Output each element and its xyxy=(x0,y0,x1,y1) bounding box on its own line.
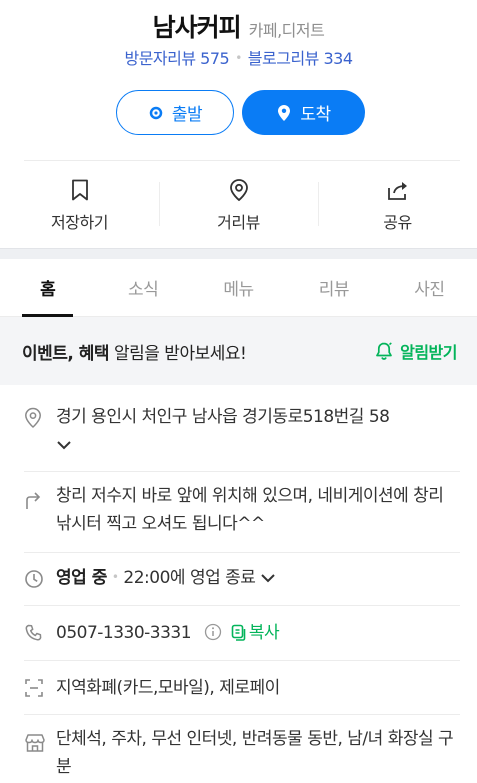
store-icon xyxy=(24,733,45,752)
street-view-button[interactable]: 거리뷰 xyxy=(159,162,318,248)
tab-news[interactable]: 소식 xyxy=(95,259,190,316)
event-message: 이벤트, 혜택 알림을 받아보세요! xyxy=(22,339,247,364)
blog-review-link[interactable]: 블로그리뷰 334 xyxy=(248,49,353,68)
chevron-down-icon[interactable] xyxy=(260,564,276,592)
info-icon[interactable] xyxy=(204,622,222,650)
amenities-row: 단체석, 주차, 무선 인터넷, 반려동물 동반, 남/녀 화장실 구분 xyxy=(0,715,477,783)
separator-dot: • xyxy=(235,51,242,65)
address-text: 경기 용인시 처인구 남사읍 경기동로518번길 58 xyxy=(56,403,456,459)
hours-row[interactable]: 영업 중 • 22:00에 영업 종료 xyxy=(0,553,477,605)
copy-icon xyxy=(231,622,246,650)
phone-row: 0507-1330-3331 복사 xyxy=(0,606,477,660)
tab-menu[interactable]: 메뉴 xyxy=(191,259,286,316)
place-title-row: 남사커피 카페,디저트 xyxy=(0,8,477,44)
tab-bar: 홈 소식 메뉴 리뷰 사진 xyxy=(0,259,477,317)
closing-time: 22:00에 영업 종료 xyxy=(123,568,256,588)
depart-button[interactable]: 출발 xyxy=(116,90,234,135)
place-category: 카페,디저트 xyxy=(248,21,325,40)
directions-row: 창리 저수지 바로 앞에 위치해 있으며, 네비게이션에 창리 낚시터 찍고 오… xyxy=(0,472,477,552)
hours-text: 영업 중 • 22:00에 영업 종료 xyxy=(56,564,456,593)
action-separator xyxy=(318,182,319,226)
save-label: 저장하기 xyxy=(51,213,108,232)
amenities-text: 단체석, 주차, 무선 인터넷, 반려동물 동반, 남/녀 화장실 구분 xyxy=(56,729,454,777)
save-button[interactable]: 저장하기 xyxy=(0,162,159,248)
visitor-review-link[interactable]: 방문자리뷰 575 xyxy=(124,49,229,68)
directions-text: 창리 저수지 바로 앞에 위치해 있으며, 네비게이션에 창리 낚시터 찍고 오… xyxy=(56,486,444,534)
arrive-button[interactable]: 도착 xyxy=(242,90,365,135)
payment-text: 지역화폐(카드,모바일), 제로페이 xyxy=(56,678,280,698)
event-text: 알림을 받아보세요! xyxy=(109,343,247,364)
location-pin-icon xyxy=(227,178,251,202)
location-pin-icon xyxy=(24,407,42,429)
depart-label: 출발 xyxy=(171,105,203,125)
phone-text: 0507-1330-3331 복사 xyxy=(56,619,456,650)
tab-home[interactable]: 홈 xyxy=(0,259,95,317)
tab-photos[interactable]: 사진 xyxy=(382,259,477,316)
action-separator xyxy=(159,182,160,226)
phone-icon xyxy=(24,623,42,641)
address-row[interactable]: 경기 용인시 처인구 남사읍 경기동로518번길 58 xyxy=(0,385,477,471)
review-links: 방문자리뷰 575 • 블로그리뷰 334 xyxy=(0,45,477,69)
notify-label: 알림받기 xyxy=(400,343,457,362)
divider xyxy=(24,160,460,161)
separator-dot: • xyxy=(111,570,119,584)
scan-icon xyxy=(24,678,43,697)
arrive-label: 도착 xyxy=(300,105,331,125)
phone-number[interactable]: 0507-1330-3331 xyxy=(56,623,192,643)
section-gap xyxy=(0,248,477,259)
notify-button[interactable]: 알림받기 xyxy=(374,339,457,363)
street-view-label: 거리뷰 xyxy=(217,213,260,232)
action-bar: 저장하기 거리뷰 공유 xyxy=(0,162,477,248)
share-label: 공유 xyxy=(383,213,412,232)
tab-reviews[interactable]: 리뷰 xyxy=(286,259,381,316)
chevron-down-icon[interactable] xyxy=(56,431,72,459)
event-banner: 이벤트, 혜택 알림을 받아보세요! 알림받기 xyxy=(0,317,477,385)
place-name: 남사커피 xyxy=(152,13,242,42)
depart-dot-icon xyxy=(148,105,164,121)
address: 경기 용인시 처인구 남사읍 경기동로518번길 58 xyxy=(56,407,390,427)
share-icon xyxy=(386,178,410,202)
bookmark-icon xyxy=(68,178,92,202)
copy-button[interactable]: 복사 xyxy=(231,623,280,643)
arrive-pin-icon xyxy=(276,104,292,121)
clock-icon xyxy=(24,569,43,588)
turn-arrow-icon xyxy=(24,490,42,509)
event-bold-text: 이벤트, 혜택 xyxy=(22,343,110,364)
payment-row: 지역화폐(카드,모바일), 제로페이 xyxy=(0,661,477,714)
bell-icon xyxy=(374,341,394,361)
share-button[interactable]: 공유 xyxy=(318,162,477,248)
open-status: 영업 중 xyxy=(56,568,107,588)
copy-label: 복사 xyxy=(248,623,280,643)
